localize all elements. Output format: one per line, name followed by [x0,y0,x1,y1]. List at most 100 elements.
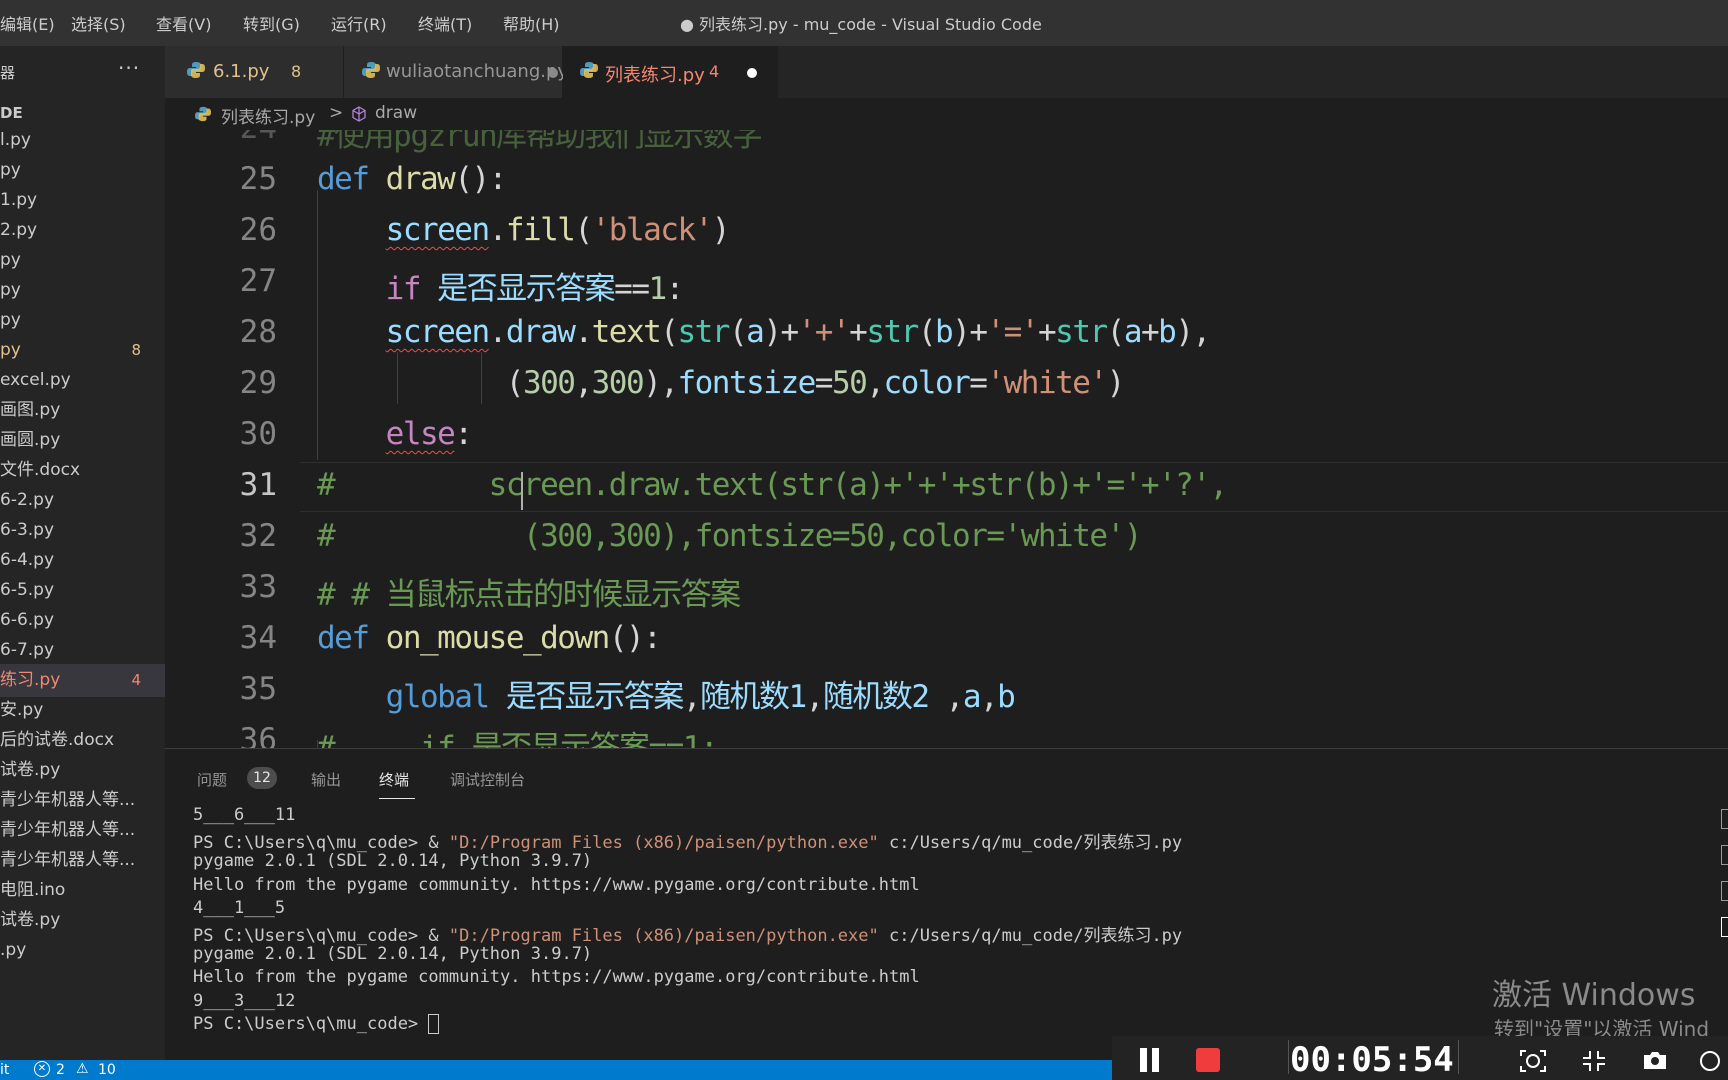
file-item[interactable]: 文件.docx [0,454,165,487]
file-item[interactable]: .py [0,934,165,967]
menu-help[interactable]: 帮助(H) [503,11,560,35]
tab-list-practice-py[interactable]: 列表练习.py 4 [563,46,778,98]
file-item[interactable]: py 8 [0,334,165,367]
tab-6-1-py[interactable]: 6.1.py 8 [165,46,344,98]
file-item[interactable]: 后的试卷.docx [0,724,165,757]
file-item[interactable]: excel.py [0,364,165,397]
file-item[interactable]: py [0,304,165,337]
status-left-text[interactable]: it [0,1062,9,1078]
activation-watermark: 激活 Windows [1492,978,1696,1013]
code-line-34: def on_mouse_down(): [317,620,662,656]
file-name: 安.py [0,700,44,720]
menu-edit[interactable]: 编辑(E) [0,11,55,35]
file-name: 6-3.py [0,520,55,540]
active-tab-indicator [379,798,415,799]
tab-output[interactable]: 输出 [311,769,341,790]
tab-wuliaotanchuang-py[interactable]: wuliaotanchuang.py [344,46,568,98]
stop-record-icon[interactable] [1196,1048,1220,1072]
divider [1458,1040,1459,1074]
file-item[interactable]: 6-6.py [0,604,165,637]
breadcrumb-symbol[interactable]: draw [375,103,417,123]
file-name: py [0,160,21,180]
file-name: 青少年机器人等... [0,820,136,840]
explorer-section-header[interactable]: DE [0,104,23,122]
file-item[interactable]: 电阻.ino [0,874,165,907]
terminal-list-icons[interactable] [1721,809,1728,979]
terminal-line: PS C:\Users\q\mu_code> [193,1013,440,1034]
menu-run[interactable]: 运行(R) [331,11,387,35]
file-item[interactable]: 6-7.py [0,634,165,667]
code-line-31: # screen.draw.text(str(a)+'+'+str(b)+'='… [317,467,1228,503]
file-item[interactable]: 6-5.py [0,574,165,607]
line-number: 28 [239,314,277,350]
camera-icon[interactable] [1642,1050,1668,1070]
tab-label: 列表练习.py [605,65,705,86]
breadcrumb-file[interactable]: 列表练习.py [221,103,315,128]
file-name: 6-2.py [0,490,55,510]
tab-label: wuliaotanchuang.py [386,61,569,82]
line-number: 31 [239,467,277,503]
pause-icon[interactable] [1140,1048,1147,1072]
error-icon[interactable]: ✕ [34,1061,50,1077]
code-line-29: (300,300),fontsize=50,color='white') [317,365,1125,401]
unsaved-dot-icon[interactable] [548,68,558,78]
unsaved-dot-icon[interactable] [747,68,757,78]
error-count[interactable]: 2 [56,1062,65,1078]
file-item[interactable]: 6-4.py [0,544,165,577]
line-number: 27 [239,263,277,299]
file-name: excel.py [0,370,71,390]
tab-debug-console[interactable]: 调试控制台 [450,769,525,790]
terminal-cursor [428,1013,440,1034]
file-item[interactable]: py [0,154,165,187]
file-name: py [0,250,21,270]
screenshot-region-icon[interactable] [1520,1050,1546,1072]
menu-terminal[interactable]: 终端(T) [418,11,472,35]
code-editor[interactable]: 24 25 26 27 28 29 30 31 32 33 34 35 36 #使用pgzrun库帮助我… [165,130,1728,748]
screen-recorder-toolbar: 00:05:54 [1112,1036,1728,1080]
file-item[interactable]: 画图.py [0,394,165,427]
line-number: 33 [239,569,277,605]
file-item[interactable]: 画圆.py [0,424,165,457]
file-item[interactable]: 1.py [0,184,165,217]
line-number: 29 [239,365,277,401]
more-actions-icon[interactable]: ··· [118,56,140,80]
file-name: py [0,340,21,360]
file-problem-badge: 8 [131,341,141,359]
terminal-line: pygame 2.0.1 (SDL 2.0.14, Python 3.9.7) [193,944,593,965]
menu-selection[interactable]: 选择(S) [71,11,126,35]
line-number: 34 [239,620,277,656]
file-item[interactable]: 6-3.py [0,514,165,547]
file-name: .py [0,940,27,960]
file-item[interactable]: 安.py [0,694,165,727]
line-number: 36 [239,722,277,748]
file-item[interactable]: 2.py [0,214,165,247]
tab-terminal[interactable]: 终端 [379,769,409,790]
warning-icon[interactable]: ⚠ [76,1061,89,1077]
collapse-icon[interactable] [1582,1050,1606,1072]
menu-view[interactable]: 查看(V) [156,11,211,35]
file-item[interactable]: py [0,274,165,307]
tab-problems[interactable]: 问题 [197,769,227,790]
file-item[interactable]: py [0,244,165,277]
file-name: 试卷.py [0,760,61,780]
file-item[interactable]: 练习.py 4 [0,664,165,697]
more-icon[interactable] [1698,1050,1722,1072]
file-problem-badge: 4 [131,671,141,689]
line-number: 32 [239,518,277,554]
file-item[interactable]: 试卷.py [0,904,165,937]
file-item[interactable]: 试卷.py [0,754,165,787]
file-item[interactable]: 青少年机器人等... [0,814,165,847]
explorer-title: 器 [0,64,16,82]
file-name: 6-6.py [0,610,55,630]
code-line-32: # (300,300),fontsize=50,color='white') [317,518,1142,554]
tab-problem-badge: 8 [291,62,302,81]
file-name: 电阻.ino [0,880,66,900]
warning-count[interactable]: 10 [98,1062,116,1078]
file-item[interactable]: 青少年机器人等... [0,784,165,817]
file-item[interactable]: l.py [0,124,165,157]
line-number: 26 [239,212,277,248]
menu-goto[interactable]: 转到(G) [243,11,300,35]
file-item[interactable]: 青少年机器人等... [0,844,165,877]
file-item[interactable]: 6-2.py [0,484,165,517]
file-name: 2.py [0,220,38,240]
